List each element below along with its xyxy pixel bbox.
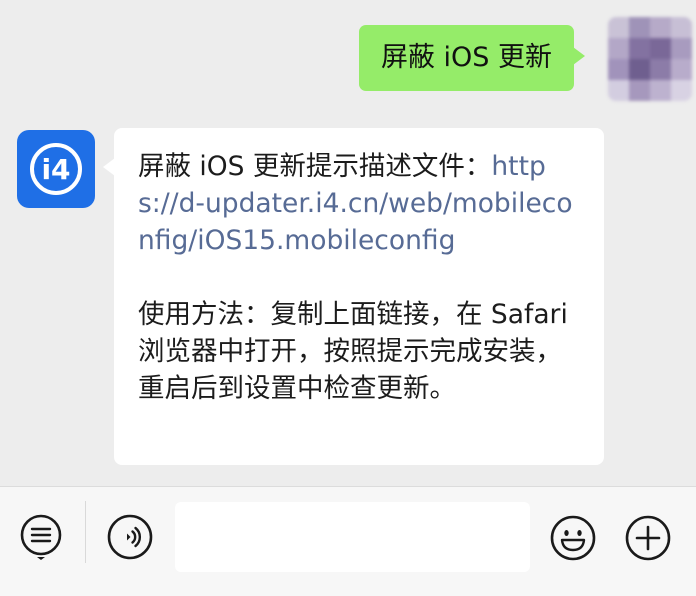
self-avatar[interactable] — [608, 17, 692, 101]
received-message-bubble[interactable]: 屏蔽 iOS 更新提示描述文件：https://d-updater.i4.cn/… — [103, 128, 604, 465]
plus-icon[interactable] — [624, 514, 672, 562]
i4-logo-text: i4 — [41, 153, 70, 186]
message-input[interactable] — [175, 502, 530, 572]
sent-message-text: 屏蔽 iOS 更新 — [380, 42, 552, 73]
i4-logo-mark: i4 — [30, 143, 82, 195]
instructions-text: 使用方法：复制上面链接，在 Safari 浏览器中打开，按照提示完成安装，重启后… — [138, 299, 568, 404]
message-prefix-text: 屏蔽 iOS 更新提示描述文件： — [138, 151, 492, 182]
list-menu-icon[interactable] — [17, 513, 65, 561]
message-paragraph-1: 屏蔽 iOS 更新提示描述文件：https://d-updater.i4.cn/… — [138, 148, 584, 259]
i4-logo-icon[interactable]: i4 — [17, 130, 95, 208]
chat-area: 屏蔽 iOS 更新 i4 屏蔽 iOS 更新提示描述文件：https://d-u… — [0, 0, 696, 486]
sent-message-bubble[interactable]: 屏蔽 iOS 更新 — [358, 25, 586, 91]
emoji-icon[interactable] — [549, 514, 597, 562]
input-bar — [0, 486, 696, 596]
input-bar-divider — [85, 501, 86, 563]
voice-icon[interactable] — [106, 513, 154, 561]
